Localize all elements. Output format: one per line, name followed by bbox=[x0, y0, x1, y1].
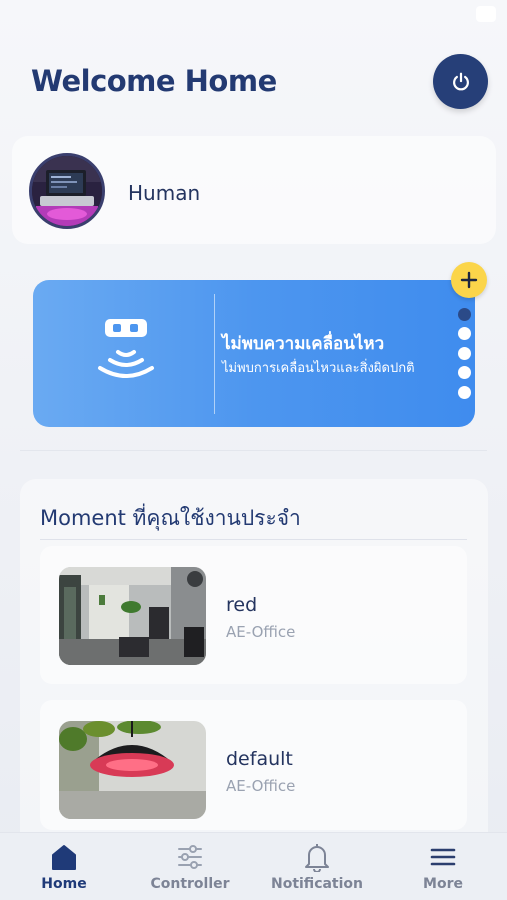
bottom-navigation: Home Controller Notification More bbox=[0, 832, 507, 900]
page-dot-1[interactable] bbox=[458, 308, 471, 321]
profile-name: Human bbox=[128, 181, 201, 205]
avatar[interactable] bbox=[29, 153, 105, 229]
power-icon bbox=[452, 72, 469, 90]
moments-title-divider bbox=[40, 539, 467, 540]
page-dot-5[interactable] bbox=[458, 386, 471, 399]
page-title: Welcome Home bbox=[31, 64, 277, 98]
nav-home-label: Home bbox=[41, 876, 87, 892]
moment-name: default bbox=[226, 748, 293, 770]
page-dot-3[interactable] bbox=[458, 347, 471, 360]
moment-name: red bbox=[226, 594, 258, 616]
nav-home[interactable]: Home bbox=[28, 833, 100, 900]
moment-location: AE-Office bbox=[226, 623, 296, 641]
nav-more[interactable]: More bbox=[412, 833, 474, 900]
status-indicator bbox=[476, 6, 496, 22]
menu-icon bbox=[430, 848, 456, 866]
page-dot-2[interactable] bbox=[458, 327, 471, 340]
nav-notification-label: Notification bbox=[270, 876, 364, 892]
plus-icon bbox=[460, 271, 478, 289]
motion-status-title: ไม่พบความเคลื่อนไหว bbox=[222, 334, 385, 354]
add-button[interactable] bbox=[451, 262, 487, 298]
moment-thumbnail bbox=[59, 567, 206, 665]
card-divider bbox=[214, 294, 215, 414]
moments-title: Moment ที่คุณใช้งานประจำ bbox=[40, 506, 301, 530]
power-button[interactable] bbox=[433, 54, 488, 109]
bell-icon bbox=[305, 844, 329, 872]
nav-notification[interactable]: Notification bbox=[268, 833, 366, 900]
motion-status-subtitle: ไม่พบการเคลื่อนไหวและสิ่งผิดปกติ bbox=[222, 361, 415, 376]
sliders-icon bbox=[178, 845, 202, 869]
nav-controller[interactable]: Controller bbox=[148, 833, 232, 900]
page-dot-4[interactable] bbox=[458, 366, 471, 379]
moment-thumbnail bbox=[59, 721, 206, 819]
motion-sensor-icon bbox=[98, 319, 154, 378]
moment-location: AE-Office bbox=[226, 777, 296, 795]
nav-controller-label: Controller bbox=[150, 876, 230, 892]
section-divider bbox=[20, 450, 487, 451]
nav-more-label: More bbox=[423, 876, 463, 892]
home-icon bbox=[52, 845, 76, 870]
